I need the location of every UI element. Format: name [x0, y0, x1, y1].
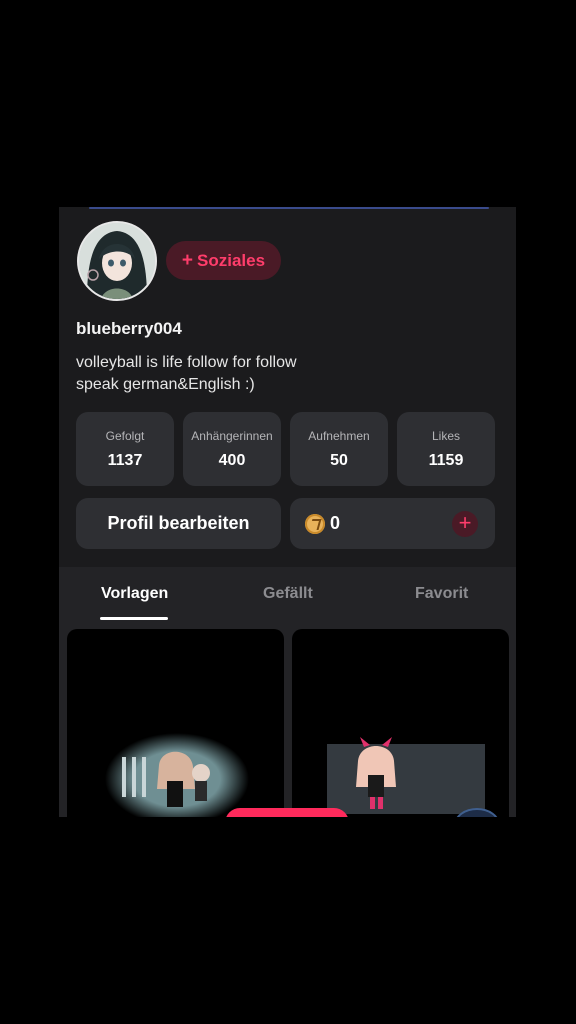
profile-screen: + Soziales blueberry004 volleyball is li…: [59, 207, 516, 817]
avatar-image: [79, 223, 155, 299]
stat-following[interactable]: Gefolgt 1137: [76, 412, 174, 486]
template-thumbnail: [327, 737, 485, 814]
social-button-label: Soziales: [197, 250, 266, 270]
tab-templates[interactable]: Vorlagen: [101, 585, 168, 603]
stat-label: Likes: [431, 429, 460, 443]
coin-count: 0: [330, 513, 341, 533]
bio-line: speak german&English :): [76, 376, 255, 393]
stat-recordings[interactable]: Aufnehmen 50: [290, 412, 388, 486]
active-tab-indicator: [100, 617, 168, 620]
stat-value: 1137: [107, 452, 143, 469]
stat-value: 400: [218, 452, 246, 469]
plus-icon: +: [181, 249, 194, 271]
bio: volleyball is life follow for follow spe…: [76, 352, 496, 396]
tab-favorites[interactable]: Favorit: [415, 585, 468, 603]
social-button[interactable]: + Soziales: [166, 241, 281, 280]
stat-value: 50: [330, 452, 348, 469]
stat-label: Gefolgt: [105, 429, 145, 443]
avatar[interactable]: [77, 221, 157, 301]
tab-liked[interactable]: Gefällt: [263, 585, 313, 603]
coin-icon: [305, 514, 325, 534]
stat-likes[interactable]: Likes 1159: [397, 412, 495, 486]
username: blueberry004: [76, 319, 182, 338]
bio-line: volleyball is life follow for follow: [76, 354, 297, 371]
stat-label: Aufnehmen: [308, 429, 370, 443]
template-thumbnail: [105, 733, 249, 817]
content-tabs-area: Vorlagen Gefällt Favorit: [59, 567, 516, 817]
stat-followers[interactable]: Anhängerinnen 400: [183, 412, 281, 486]
edit-profile-button[interactable]: Profil bearbeiten: [76, 498, 281, 549]
stat-value: 1159: [428, 452, 464, 469]
create-button[interactable]: [225, 808, 349, 817]
stat-label: Anhängerinnen: [191, 429, 273, 443]
template-card[interactable]: [67, 629, 284, 817]
top-divider: [89, 207, 489, 209]
add-coins-button[interactable]: +: [452, 511, 478, 537]
coin-balance: 0 +: [290, 498, 495, 549]
plus-icon: +: [458, 510, 472, 535]
template-card[interactable]: [292, 629, 509, 817]
